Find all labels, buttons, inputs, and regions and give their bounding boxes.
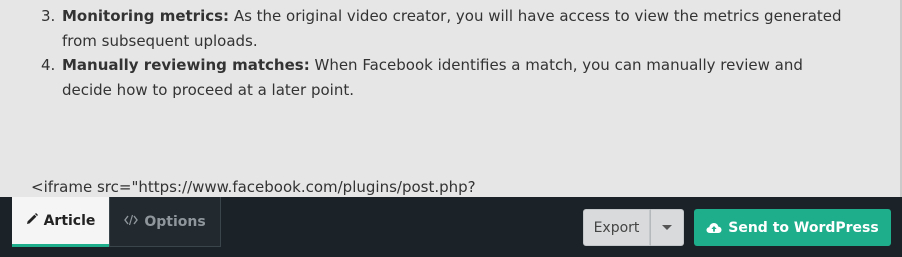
- tab-label: Options: [144, 213, 206, 230]
- tab-article[interactable]: Article: [12, 197, 109, 247]
- article-content: 3. Monitoring metrics: As the original vi…: [0, 0, 902, 197]
- step-title: Manually reviewing matches:: [62, 56, 310, 74]
- tab-label: Article: [43, 212, 96, 229]
- list-item: 4. Manually reviewing matches: When Faceb…: [34, 53, 854, 102]
- bottom-toolbar: Article Options Export Send to WordPress: [0, 197, 902, 257]
- code-icon: [124, 214, 139, 229]
- pencil-icon: [26, 213, 38, 228]
- export-button-group: Export: [583, 209, 684, 246]
- export-button[interactable]: Export: [583, 209, 650, 246]
- cloud-upload-icon: [706, 222, 722, 234]
- step-number: 4.: [41, 56, 56, 74]
- step-title: Monitoring metrics:: [62, 7, 230, 25]
- list-item: 3. Monitoring metrics: As the original vi…: [34, 4, 854, 53]
- caret-down-icon: [662, 225, 672, 230]
- send-button-label: Send to WordPress: [728, 219, 879, 236]
- export-dropdown-toggle[interactable]: [650, 209, 684, 246]
- tab-options[interactable]: Options: [109, 197, 221, 247]
- steps-list: 3. Monitoring metrics: As the original vi…: [34, 4, 854, 102]
- embed-code-text: <iframe src="https://www.facebook.com/pl…: [31, 178, 476, 196]
- step-number: 3.: [41, 7, 56, 25]
- send-to-wordpress-button[interactable]: Send to WordPress: [694, 209, 891, 246]
